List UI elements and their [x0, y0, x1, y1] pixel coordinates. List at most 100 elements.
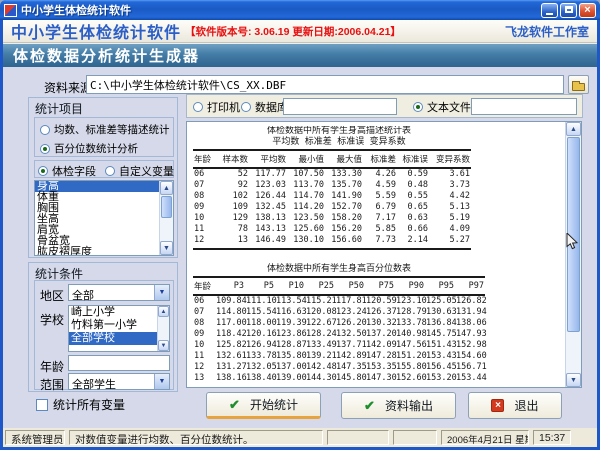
report-cell: 78: [217, 224, 249, 235]
radio-database[interactable]: 数据库: [241, 99, 288, 115]
report-cell: 155.80: [395, 362, 425, 373]
combo-arrow-icon[interactable]: ▼: [154, 285, 169, 300]
report-cell: 156.45: [425, 362, 455, 373]
report-cell: 158.20: [325, 213, 363, 224]
report-column-header: 变异系数: [429, 150, 471, 168]
scroll-down-icon[interactable]: ▼: [158, 340, 169, 351]
field-list-item[interactable]: 肱皮褶厚度: [35, 247, 159, 255]
start-stats-button[interactable]: ✔ 开始统计: [206, 392, 321, 419]
combo-arrow-icon[interactable]: ▼: [154, 374, 169, 389]
region-label: 地区: [40, 287, 64, 304]
radio-textfile[interactable]: 文本文件: [413, 99, 471, 115]
report-cell: 141.90: [325, 191, 363, 202]
report-cell: 12: [193, 362, 215, 373]
report-cell: 125.05: [425, 295, 455, 307]
report-cell: 3.73: [429, 180, 471, 191]
source-path-input[interactable]: [86, 75, 564, 94]
school-list-item[interactable]: 崎上小学: [69, 306, 157, 319]
app-window: 中小学生体检统计软件 × 中小学生体检统计软件 【软件版本号: 3.06.19 …: [0, 0, 600, 450]
school-list-item[interactable]: 竹料第一小学: [69, 319, 157, 332]
report-cell: 130.32: [365, 318, 395, 329]
textfile-path-input[interactable]: [471, 98, 577, 115]
scroll-up-icon[interactable]: ▲: [160, 181, 173, 195]
report-cell: 07: [193, 307, 215, 318]
report-cell: 117.81: [335, 295, 365, 307]
radio-circle-database: [241, 102, 251, 112]
close-button[interactable]: ×: [579, 3, 596, 18]
report-cell: 08: [193, 318, 215, 329]
report-cell: 118.00: [245, 318, 275, 329]
region-combobox[interactable]: 全部 ▼: [68, 284, 170, 301]
check-icon: ✔: [364, 398, 375, 414]
radio-descriptive-stats[interactable]: 均数、标准差等描述统计: [40, 122, 173, 137]
report-cell: 122.67: [305, 318, 335, 329]
report-cell: 0.63: [397, 213, 429, 224]
report-cell: 135.80: [275, 351, 305, 362]
report-cell: 125.60: [287, 224, 325, 235]
report-cell: 0.48: [397, 180, 429, 191]
report-cell: 118.42: [215, 329, 245, 340]
minimize-button[interactable]: [541, 3, 558, 18]
titlebar[interactable]: 中小学生体检统计软件 ×: [0, 0, 600, 20]
report-cell: 117.77: [249, 168, 287, 180]
scroll-up-icon[interactable]: ▲: [566, 122, 581, 136]
field-source-box: 体检字段 自定义变量: [34, 160, 174, 178]
section-header: 体检数据分析统计生成器: [3, 43, 597, 67]
exit-x-icon: ×: [491, 399, 504, 412]
report-table-row: 10125.82126.94128.87133.49137.71142.0914…: [193, 340, 485, 351]
scroll-up-icon[interactable]: ▲: [158, 306, 169, 317]
age-input[interactable]: [68, 355, 170, 371]
maximize-button[interactable]: [560, 3, 577, 18]
report-cell: 09: [193, 202, 217, 213]
data-output-button[interactable]: ✔ 资料输出: [341, 392, 456, 419]
report-cell: 130.10: [287, 235, 325, 249]
school-list-item[interactable]: 全部学校: [69, 332, 157, 345]
browse-button[interactable]: [568, 75, 589, 94]
radio-exam-fields[interactable]: 体检字段: [38, 163, 96, 179]
report-column-header: P10: [275, 277, 305, 295]
report-table-row: 12131.27132.05137.00142.48147.35153.3515…: [193, 362, 485, 373]
report-cell: 114.20: [287, 202, 325, 213]
report-cell: 153.20: [425, 373, 455, 385]
fields-scroll-thumb[interactable]: [161, 196, 172, 218]
all-vars-checkbox[interactable]: 统计所有变量: [36, 396, 125, 413]
school-listbox[interactable]: 崎上小学竹料第一小学全部学校 ▲ ▼: [68, 305, 170, 352]
report-cell: 139.21: [305, 351, 335, 362]
fields-listbox[interactable]: 身高体重胸围坐高肩宽骨盆宽肱皮褶厚度 ▲ ▼: [34, 180, 174, 256]
report-content: 体检数据中所有学生身高描述统计表平均数 标准差 标准误 变异系数年龄样本数平均数…: [189, 126, 564, 385]
stat-items-title: 统计项目: [35, 100, 83, 117]
report-cell: 129: [217, 213, 249, 224]
report-cell: 133.49: [305, 340, 335, 351]
radio-printer[interactable]: 打印机: [193, 99, 240, 115]
report-cell: 2.14: [397, 235, 429, 249]
report-cell: 12: [193, 235, 217, 249]
report-cell: 52: [217, 168, 249, 180]
report-cell: 10: [193, 213, 217, 224]
window-title: 中小学生体检统计软件: [21, 2, 541, 18]
report-column-header: 平均数: [249, 150, 287, 168]
report-cell: 156.20: [325, 224, 363, 235]
scroll-down-icon[interactable]: ▼: [566, 373, 581, 387]
report-cell: 142.09: [365, 340, 395, 351]
conditions-box: 地区 全部 ▼ 学校 崎上小学竹料第一小学全部学校 ▲ ▼ 年龄 范围 全部学生…: [34, 280, 174, 390]
report-cell: 117.00: [215, 318, 245, 329]
exit-button[interactable]: × 退出: [468, 392, 562, 419]
report-cell: 147.30: [365, 373, 395, 385]
radio-custom-vars[interactable]: 自定义变量: [105, 163, 174, 179]
all-vars-label: 统计所有变量: [53, 396, 125, 413]
statusbar: 系统管理员 对数值变量进行均数、百分位数统计。 2006年4月21日 星期五 1…: [3, 428, 597, 447]
data-output-label: 资料输出: [385, 397, 433, 414]
database-path-input[interactable]: [283, 98, 397, 115]
radio-percentile-stats[interactable]: 百分位数统计分析: [40, 141, 173, 156]
report-cell: 133.78: [395, 318, 425, 329]
report-cell: 152.60: [395, 373, 425, 385]
scope-combobox[interactable]: 全部学生 ▼: [68, 373, 170, 390]
school-scrollbar[interactable]: ▲ ▼: [157, 306, 169, 351]
report-cell: 139.00: [275, 373, 305, 385]
fields-scrollbar[interactable]: ▲ ▼: [159, 181, 173, 255]
version-text: 【软件版本号: 3.06.19 更新日期:2006.04.21】: [185, 24, 505, 39]
report-cell: 4.59: [363, 180, 397, 191]
report-cell: 13: [217, 235, 249, 249]
report-cell: 126.37: [365, 307, 395, 318]
scroll-down-icon[interactable]: ▼: [160, 241, 173, 255]
